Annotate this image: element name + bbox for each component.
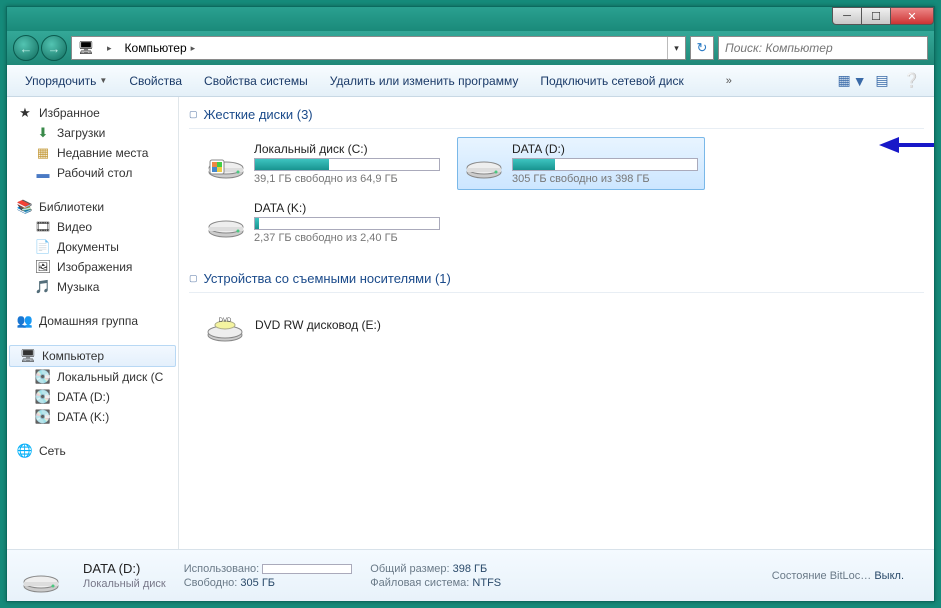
star-icon: ★ [17,105,33,121]
doc-icon: 📄 [35,239,51,255]
drive-icon: 💽 [35,389,51,405]
homegroup-icon: 👥 [17,313,33,329]
drive-icon [206,201,246,241]
drive-item[interactable]: DATA (K:) 2,37 ГБ свободно из 2,40 ГБ [199,196,447,249]
titlebar: ─ ☐ ✕ [7,7,934,31]
sidebar-item-recent[interactable]: ▦Недавние места [7,143,178,163]
drive-icon [464,142,504,182]
capacity-bar [254,217,440,230]
preview-pane-button[interactable]: ▤ [868,69,896,93]
group-header-hdd[interactable]: ▢Жесткие диски (3) [189,103,924,129]
content-pane: ▢Жесткие диски (3) Локальный диск (C:) 3… [179,97,934,549]
sidebar-item-drive-c[interactable]: 💽Локальный диск (C [7,367,178,387]
recent-icon: ▦ [35,145,51,161]
nav-bar: ← → 🖥 ▸ Компьютер ▸ ▾ ↻ [7,31,934,65]
system-props-button[interactable]: Свойства системы [194,70,318,92]
back-button[interactable]: ← [13,35,39,61]
breadcrumb[interactable]: 🖥 ▸ Компьютер ▸ ▾ [71,36,686,60]
sidebar-item-downloads[interactable]: ⬇Загрузки [7,123,178,143]
network-icon: 🌐 [17,443,33,459]
sidebar-network[interactable]: 🌐Сеть [7,441,178,461]
explorer-window: ─ ☐ ✕ ← → 🖥 ▸ Компьютер ▸ ▾ ↻ Упорядочит… [6,6,935,602]
desktop-icon: ▬ [35,165,51,181]
sidebar-item-docs[interactable]: 📄Документы [7,237,178,257]
view-button[interactable]: ▦▼ [838,69,866,93]
drive-icon [206,142,246,182]
sidebar-item-drive-k[interactable]: 💽DATA (K:) [7,407,178,427]
sidebar-item-desktop[interactable]: ▬Рабочий стол [7,163,178,183]
drive-icon [17,556,65,596]
video-icon: 🎞 [35,219,51,235]
annotation-arrow [879,137,934,153]
sidebar-item-music[interactable]: 🎵Музыка [7,277,178,297]
computer-icon: 🖥 [78,40,94,56]
download-icon: ⬇ [35,125,51,141]
sidebar-item-drive-d[interactable]: 💽DATA (D:) [7,387,178,407]
drive-icon: 💽 [35,409,51,425]
sidebar: ★Избранное ⬇Загрузки ▦Недавние места ▬Ра… [7,97,179,549]
search-input[interactable] [718,36,928,60]
toolbar: Упорядочить▼ Свойства Свойства системы У… [7,65,934,97]
sidebar-homegroup[interactable]: 👥Домашняя группа [7,311,178,331]
breadcrumb-dropdown[interactable]: ▾ [667,37,685,59]
device-dvd[interactable]: DVD DVD RW дисковод (E:) [199,301,924,349]
sidebar-computer[interactable]: 🖥Компьютер [9,345,176,367]
sidebar-item-video[interactable]: 🎞Видео [7,217,178,237]
drive-item[interactable]: Локальный диск (C:) 39,1 ГБ свободно из … [199,137,447,190]
image-icon: 🖼 [35,259,51,275]
uninstall-button[interactable]: Удалить или изменить программу [320,70,529,92]
computer-icon: 🖥 [20,348,36,364]
organize-button[interactable]: Упорядочить▼ [15,70,117,92]
netdrive-button[interactable]: Подключить сетевой диск [530,70,693,92]
drive-item[interactable]: DATA (D:) 305 ГБ свободно из 398 ГБ [457,137,705,190]
refresh-button[interactable]: ↻ [690,36,714,60]
details-pane: DATA (D:) Локальный диск Использовано: С… [7,549,934,601]
maximize-button[interactable]: ☐ [861,7,891,25]
sidebar-favorites[interactable]: ★Избранное [7,103,178,123]
breadcrumb-item[interactable]: Компьютер ▸ [119,37,203,59]
toolbar-overflow[interactable]: » [722,75,736,87]
group-header-removable[interactable]: ▢Устройства со съемными носителями (1) [189,267,924,293]
close-button[interactable]: ✕ [890,7,934,25]
dvd-icon: DVD [205,305,245,345]
library-icon: 📚 [17,199,33,215]
capacity-bar [254,158,440,171]
properties-button[interactable]: Свойства [119,70,192,92]
minimize-button[interactable]: ─ [832,7,862,25]
drive-icon: 💽 [35,369,51,385]
sidebar-item-images[interactable]: 🖼Изображения [7,257,178,277]
svg-text:DVD: DVD [219,318,232,324]
music-icon: 🎵 [35,279,51,295]
forward-button[interactable]: → [41,35,67,61]
help-button[interactable]: ❔ [898,69,926,93]
capacity-bar [512,158,698,171]
sidebar-libraries[interactable]: 📚Библиотеки [7,197,178,217]
